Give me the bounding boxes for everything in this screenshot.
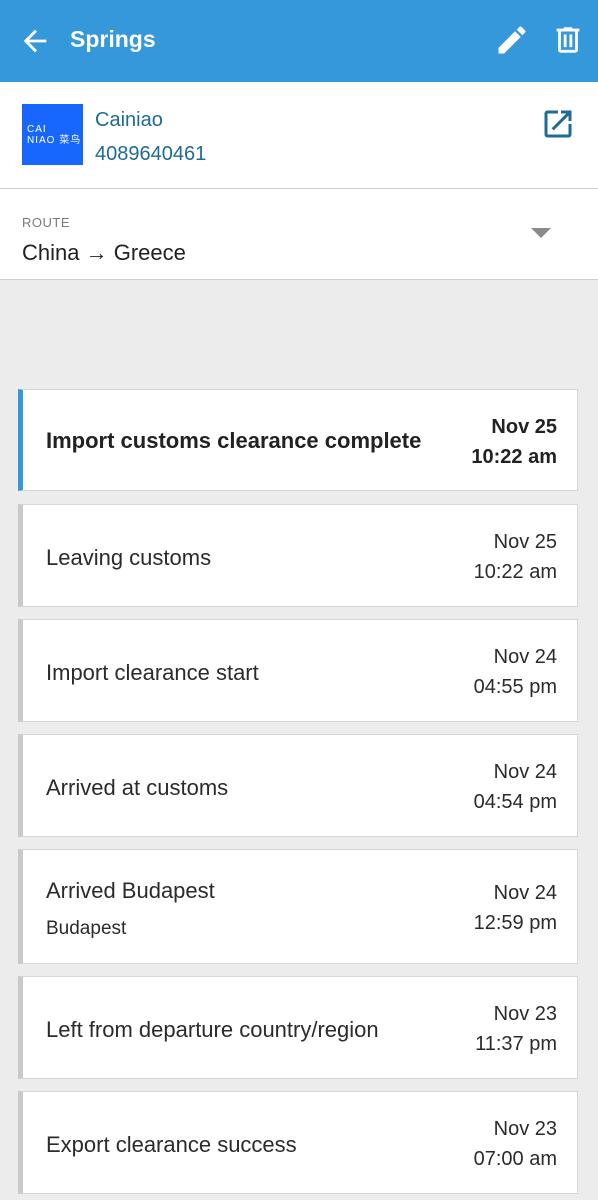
event-card-3[interactable]: Import clearance start Nov 24 04:55 pm <box>18 619 578 722</box>
event-time: 07:00 am <box>473 1148 557 1170</box>
event-time: 12:59 pm <box>473 912 557 934</box>
route-label: ROUTE <box>22 215 70 230</box>
event-date: Nov 25 <box>493 531 557 553</box>
tracking-number[interactable]: 4089640461 <box>95 143 206 166</box>
carrier-name[interactable]: Cainiao <box>95 109 163 132</box>
event-time: 11:37 pm <box>475 1033 557 1055</box>
event-date: Nov 25 <box>491 416 557 438</box>
event-title: Export clearance success <box>46 1132 297 1157</box>
event-card-1[interactable]: Import customs clearance complete Nov 25… <box>18 389 578 491</box>
dropdown-caret-icon[interactable] <box>531 228 551 238</box>
event-card-4[interactable]: Arrived at customs Nov 24 04:54 pm <box>18 734 578 837</box>
page-title: Springs <box>70 26 156 52</box>
logo-text-line1: CAI <box>27 124 47 135</box>
event-time: 10:22 am <box>473 561 557 583</box>
delete-trash-icon[interactable] <box>551 22 585 58</box>
event-title: Left from departure country/region <box>46 1017 379 1042</box>
event-time: 04:55 pm <box>473 676 557 698</box>
event-datetime: Nov 24 12:59 pm <box>474 878 557 938</box>
event-title: Import customs clearance complete <box>46 428 422 453</box>
carrier-logo: CAI NIAO 菜鸟 <box>22 104 83 165</box>
event-title: Import clearance start <box>46 660 259 685</box>
event-datetime: Nov 25 10:22 am <box>474 527 557 587</box>
event-card-7[interactable]: Export clearance success Nov 23 07:00 am <box>18 1091 578 1194</box>
event-title: Leaving customs <box>46 545 212 570</box>
event-card-5[interactable]: Arrived Budapest Budapest Nov 24 12:59 p… <box>18 849 578 964</box>
event-date: Nov 23 <box>493 1003 557 1025</box>
carrier-card: CAI NIAO 菜鸟 Cainiao 4089640461 <box>0 82 598 189</box>
event-date: Nov 24 <box>493 646 557 668</box>
route-value: China → Greece <box>22 240 186 265</box>
event-title: Arrived at customs <box>46 775 229 800</box>
route-selector[interactable]: ROUTE China → Greece <box>0 189 598 280</box>
event-card-2[interactable]: Leaving customs Nov 25 10:22 am <box>18 504 578 607</box>
event-datetime: Nov 23 07:00 am <box>474 1114 557 1174</box>
event-date: Nov 24 <box>493 761 557 783</box>
event-time: 04:54 pm <box>473 791 557 813</box>
event-datetime: Nov 25 10:22 am <box>471 412 557 472</box>
event-time: 10:22 am <box>471 446 557 468</box>
event-location: Budapest <box>46 918 127 939</box>
event-date: Nov 23 <box>493 1118 557 1140</box>
open-external-icon[interactable] <box>540 106 576 142</box>
event-card-6[interactable]: Left from departure country/region Nov 2… <box>18 976 578 1079</box>
event-datetime: Nov 24 04:54 pm <box>474 757 557 817</box>
event-title: Arrived Budapest <box>46 878 215 903</box>
app-bar: Springs <box>0 0 598 82</box>
event-datetime: Nov 23 11:37 pm <box>475 999 557 1059</box>
back-arrow-icon[interactable] <box>18 24 52 58</box>
event-datetime: Nov 24 04:55 pm <box>474 642 557 702</box>
logo-text-line2: NIAO 菜鸟 <box>27 135 82 146</box>
edit-pencil-icon[interactable] <box>494 22 530 58</box>
event-date: Nov 24 <box>493 882 557 904</box>
